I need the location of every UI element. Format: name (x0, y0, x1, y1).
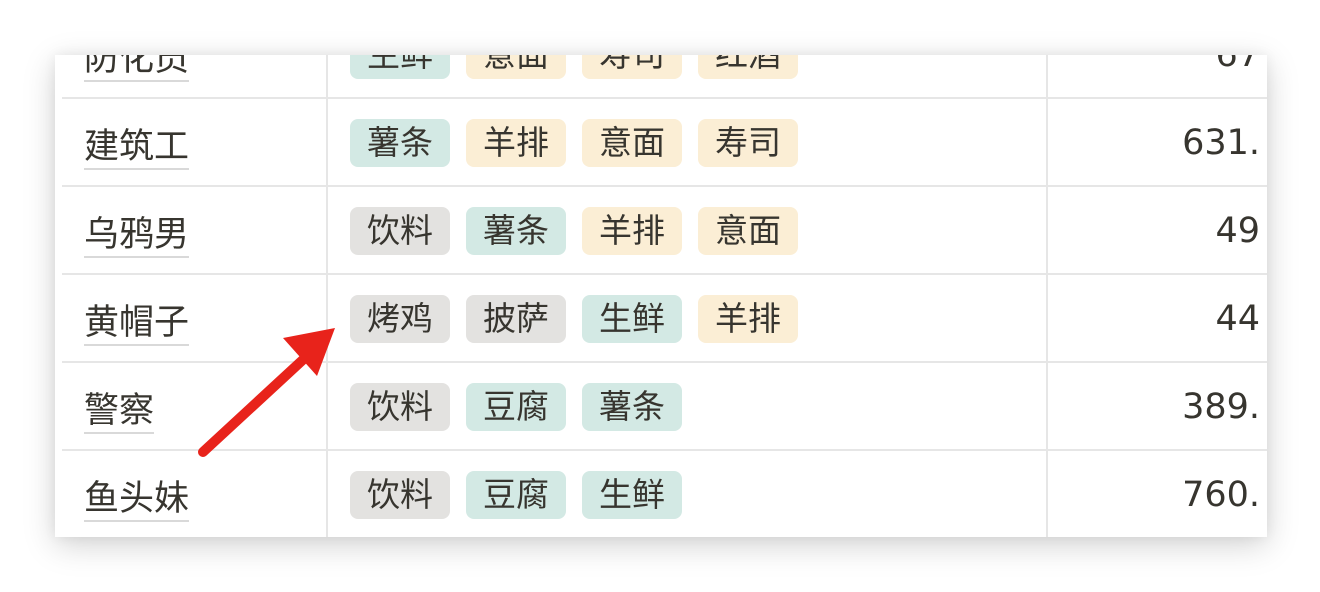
name-cell[interactable]: 乌鸦男 (62, 187, 328, 273)
tag: 饮料 (350, 471, 450, 519)
tag: 意面 (698, 207, 798, 255)
table-card: 防化员 生鲜 意面 寿司 红酒 67 建筑工 薯条 羊排 (55, 55, 1267, 537)
number-cell[interactable]: 44 (1048, 275, 1267, 361)
tag: 薯条 (350, 119, 450, 167)
tags-cell[interactable]: 生鲜 意面 寿司 红酒 (328, 55, 1048, 97)
number-cell[interactable]: 389. (1048, 363, 1267, 449)
tag: 红酒 (698, 55, 798, 79)
tag: 薯条 (466, 207, 566, 255)
row-name-link[interactable]: 乌鸦男 (84, 215, 190, 258)
name-cell[interactable]: 建筑工 (62, 99, 328, 185)
tag: 豆腐 (466, 471, 566, 519)
number-value: 44 (1215, 299, 1260, 339)
data-table: 防化员 生鲜 意面 寿司 红酒 67 建筑工 薯条 羊排 (62, 55, 1267, 537)
row-name-link[interactable]: 鱼头妹 (84, 479, 190, 522)
tag: 烤鸡 (350, 295, 450, 343)
number-value: 760. (1182, 475, 1260, 515)
number-value: 389. (1182, 387, 1260, 427)
tag: 生鲜 (350, 55, 450, 79)
tags-cell[interactable]: 饮料 豆腐 薯条 (328, 363, 1048, 449)
number-cell[interactable]: 67 (1048, 55, 1267, 97)
number-cell[interactable]: 49 (1048, 187, 1267, 273)
tag: 饮料 (350, 383, 450, 431)
table-row[interactable]: 乌鸦男 饮料 薯条 羊排 意面 49 (62, 187, 1267, 275)
tag: 意面 (466, 55, 566, 79)
tags-cell[interactable]: 薯条 羊排 意面 寿司 (328, 99, 1048, 185)
name-cell[interactable]: 防化员 (62, 55, 328, 97)
red-arrow-icon (198, 328, 335, 457)
tags-cell[interactable]: 饮料 薯条 羊排 意面 (328, 187, 1048, 273)
tag: 寿司 (582, 55, 682, 79)
tag: 意面 (582, 119, 682, 167)
tag: 寿司 (698, 119, 798, 167)
row-name-link[interactable]: 警察 (84, 391, 155, 434)
row-name-link[interactable]: 黄帽子 (84, 303, 190, 346)
tag: 披萨 (466, 295, 566, 343)
number-value: 631. (1182, 123, 1260, 163)
tag: 薯条 (582, 383, 682, 431)
number-value: 49 (1215, 211, 1260, 251)
table-row[interactable]: 建筑工 薯条 羊排 意面 寿司 631. (62, 99, 1267, 187)
tag: 生鲜 (582, 295, 682, 343)
number-cell[interactable]: 631. (1048, 99, 1267, 185)
tag: 生鲜 (582, 471, 682, 519)
tags-cell[interactable]: 饮料 豆腐 生鲜 (328, 451, 1048, 537)
table-row[interactable]: 鱼头妹 饮料 豆腐 生鲜 760. (62, 451, 1267, 537)
row-name-link[interactable]: 建筑工 (84, 127, 190, 170)
name-cell[interactable]: 鱼头妹 (62, 451, 328, 537)
table-row[interactable]: 防化员 生鲜 意面 寿司 红酒 67 (62, 55, 1267, 99)
tag: 羊排 (466, 119, 566, 167)
row-name-link[interactable]: 防化员 (84, 55, 190, 82)
tags-cell[interactable]: 烤鸡 披萨 生鲜 羊排 (328, 275, 1048, 361)
number-cell[interactable]: 760. (1048, 451, 1267, 537)
tag: 饮料 (350, 207, 450, 255)
number-value: 67 (1215, 55, 1260, 75)
tag: 羊排 (582, 207, 682, 255)
tag: 豆腐 (466, 383, 566, 431)
tag: 羊排 (698, 295, 798, 343)
